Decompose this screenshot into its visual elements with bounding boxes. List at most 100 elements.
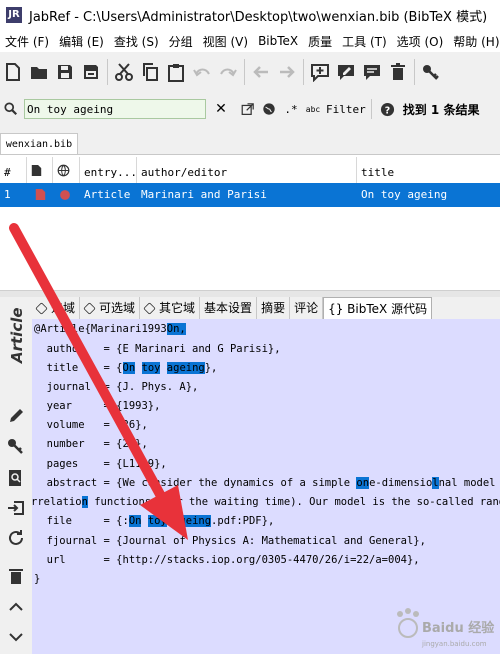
help-icon[interactable]: ? [377, 97, 399, 121]
column-url[interactable] [53, 157, 80, 184]
clipboard-icon [168, 64, 184, 82]
file-icon [31, 165, 42, 176]
paste-button[interactable] [163, 57, 189, 87]
menu-bar: 文件 (F) 编辑 (E) 查找 (S) 分组 视图 (V) BibTeX 质量… [0, 30, 500, 52]
cell-url-icon [55, 183, 71, 207]
new-entry-button[interactable] [307, 57, 333, 87]
entry-table: # entry... author/editor title [0, 154, 500, 291]
main-toolbar [0, 52, 500, 92]
search-bar: ✕ .* abc Filter ? 找到 1 条结果 [0, 93, 500, 125]
import-side-button[interactable] [5, 497, 27, 519]
next-entry-button[interactable] [5, 626, 27, 648]
open-global-search-icon[interactable] [236, 97, 258, 121]
arrow-left-icon [253, 66, 268, 78]
column-file[interactable] [27, 157, 53, 184]
source-line-abstract: abstract = {We consider the dynamics of … [34, 477, 496, 489]
tab-optional-fields[interactable]: 可选域 [80, 297, 141, 319]
menu-view[interactable]: 视图 (V) [198, 33, 253, 50]
source-line-journal: journal = {J. Phys. A}, [34, 381, 199, 393]
source-line-abstract-cont: rrelation functions over the waiting tim… [32, 496, 500, 508]
cell-author: Marinari and Parisi [141, 188, 267, 201]
source-line-author: author = {E Marinari and G Parisi}, [34, 343, 281, 355]
undo-button[interactable] [189, 57, 215, 87]
cell-title: On toy ageing [361, 188, 448, 201]
new-library-button[interactable] [0, 57, 26, 87]
menu-help[interactable]: 帮助 (H) [448, 33, 500, 50]
column-entrytype[interactable]: entry... [80, 157, 137, 184]
watermark-text: Baidu 经验 [422, 620, 495, 636]
case-sensitive-icon[interactable]: abc [302, 97, 324, 121]
edit-entry-button[interactable] [333, 57, 359, 87]
menu-file[interactable]: 文件 (F) [0, 33, 54, 50]
menu-search[interactable]: 查找 (S) [109, 33, 164, 50]
key-icon [423, 65, 439, 80]
tab-bibtex-source[interactable]: {} BibTeX 源代码 [323, 297, 433, 319]
back-button[interactable] [248, 57, 274, 87]
column-title[interactable]: title [357, 157, 500, 184]
redo-icon [220, 68, 237, 77]
menu-options[interactable]: 选项 (O) [392, 33, 449, 50]
source-line-pages: pages = {L1149}, [34, 458, 167, 470]
entry-comment-button[interactable] [359, 57, 385, 87]
redo-button[interactable] [215, 57, 241, 87]
tab-shape-icon [143, 301, 156, 315]
delete-side-button[interactable] [5, 565, 27, 587]
trash-icon [391, 63, 405, 80]
table-header: # entry... author/editor title [0, 157, 500, 185]
baidu-paw-logo-icon: Baidu 经验 jingyan.baidu.com [397, 608, 495, 648]
forward-button[interactable] [274, 57, 300, 87]
key-icon [8, 439, 23, 454]
entry-editor-tabs: 选域 可选域 其它域 基本设置 摘要 评论 {} BibTeX 源代码 [32, 297, 500, 319]
comment-icon [364, 65, 380, 80]
tab-comments[interactable]: 评论 [290, 297, 324, 319]
save-all-button[interactable] [78, 57, 104, 87]
menu-quality[interactable]: 质量 [303, 33, 337, 50]
generate-key-button[interactable] [418, 57, 444, 87]
window-title: JabRef - C:\Users\Administrator\Desktop\… [29, 9, 488, 25]
search-input[interactable] [24, 99, 206, 119]
menu-edit[interactable]: 编辑 (E) [54, 33, 109, 50]
tab-shape-icon [83, 301, 96, 315]
clear-search-icon[interactable]: ✕ [210, 97, 232, 121]
title-bar: JR JabRef - C:\Users\Administrator\Deskt… [0, 0, 500, 30]
refresh-side-button[interactable] [5, 527, 27, 549]
trash-icon [9, 569, 23, 584]
toolbar-separator [107, 59, 108, 85]
cut-button[interactable] [111, 57, 137, 87]
delete-entry-button[interactable] [385, 57, 411, 87]
menu-bibtex[interactable]: BibTeX [253, 34, 303, 48]
open-library-button[interactable] [26, 57, 52, 87]
copy-button[interactable] [137, 57, 163, 87]
arrow-right-icon [280, 66, 295, 78]
tab-general[interactable]: 基本设置 [200, 297, 258, 319]
generate-key-side-button[interactable] [5, 435, 27, 457]
search-document-icon [9, 470, 21, 486]
tab-abstract[interactable]: 摘要 [257, 297, 291, 319]
edit-entry-side-button[interactable] [5, 405, 27, 427]
globe-icon[interactable] [258, 97, 280, 121]
save-button[interactable] [52, 57, 78, 87]
source-line-fjournal: fjournal = {Journal of Physics A: Mathem… [34, 535, 426, 547]
regex-toggle-icon[interactable]: .* [280, 97, 302, 121]
toolbar-separator [303, 59, 304, 85]
tab-required-fields[interactable]: 选域 [32, 297, 81, 319]
baidu-watermark: Baidu 经验 jingyan.baidu.com [384, 600, 496, 650]
copy-icon [143, 63, 158, 81]
column-author[interactable]: author/editor [137, 157, 357, 184]
watermark-url: jingyan.baidu.com [421, 640, 487, 648]
table-row[interactable]: 1 Article Marinari and Parisi On toy age… [0, 183, 500, 207]
menu-groups[interactable]: 分组 [164, 33, 198, 50]
entry-editor-sidebar: Article [0, 297, 32, 654]
tab-other-fields[interactable]: 其它域 [140, 297, 201, 319]
source-line-year: year = {1993}, [34, 400, 161, 412]
filter-toggle[interactable]: Filter [326, 103, 366, 116]
toolbar-separator [414, 59, 415, 85]
library-tab-wenxian[interactable]: wenxian.bib [0, 133, 78, 154]
search-separator [370, 99, 372, 119]
menu-tools[interactable]: 工具 (T) [337, 33, 392, 50]
add-entry-icon [311, 64, 329, 82]
column-number[interactable]: # [0, 157, 27, 184]
lookup-side-button[interactable] [5, 467, 27, 489]
previous-entry-button[interactable] [5, 596, 27, 618]
source-line-file: file = {:On toy ageing.pdf:PDF}, [34, 515, 275, 527]
